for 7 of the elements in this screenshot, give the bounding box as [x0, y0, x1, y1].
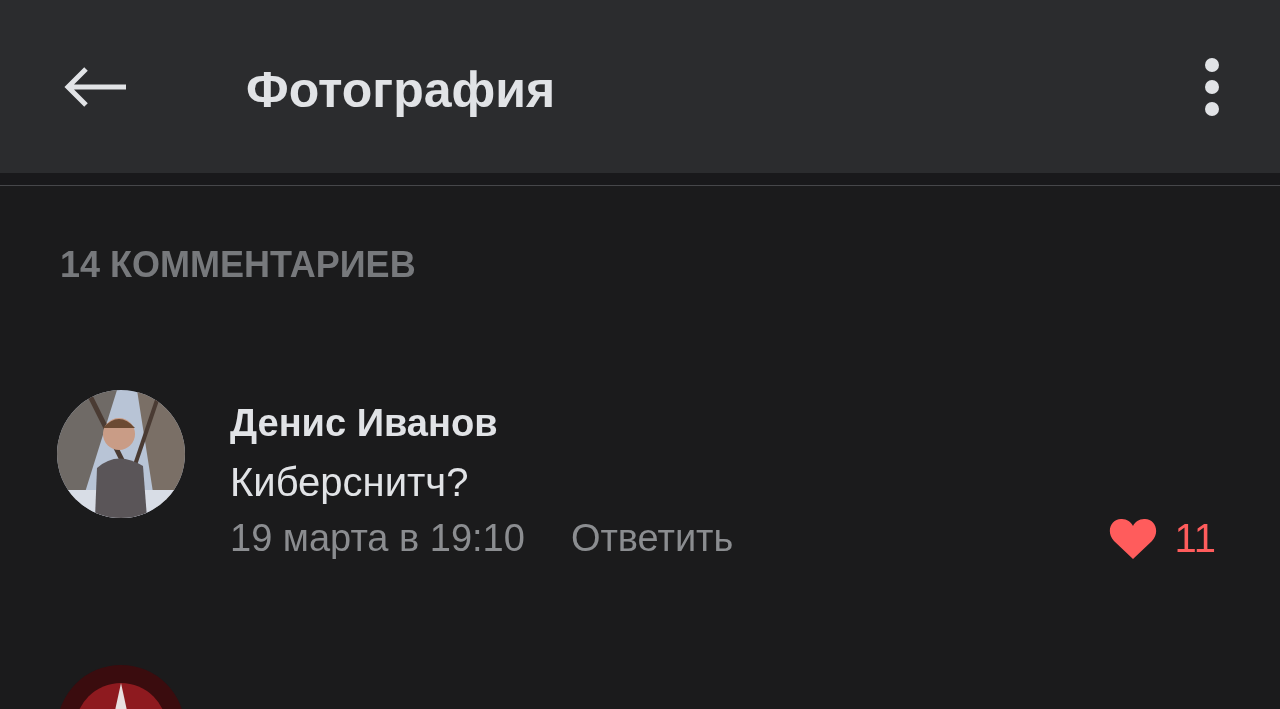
reply-link[interactable]: Ответить: [570, 517, 734, 560]
comments-count: 14 КОММЕНТАРИЕВ: [60, 244, 417, 286]
like-button[interactable]: 11: [1108, 516, 1216, 561]
comment-date: 19 марта в 19:10: [230, 517, 525, 560]
author-name[interactable]: Денис Иванов: [230, 396, 1216, 450]
comment-text: Киберснитч?: [230, 459, 470, 506]
screen-title: Фотография: [246, 60, 557, 119]
